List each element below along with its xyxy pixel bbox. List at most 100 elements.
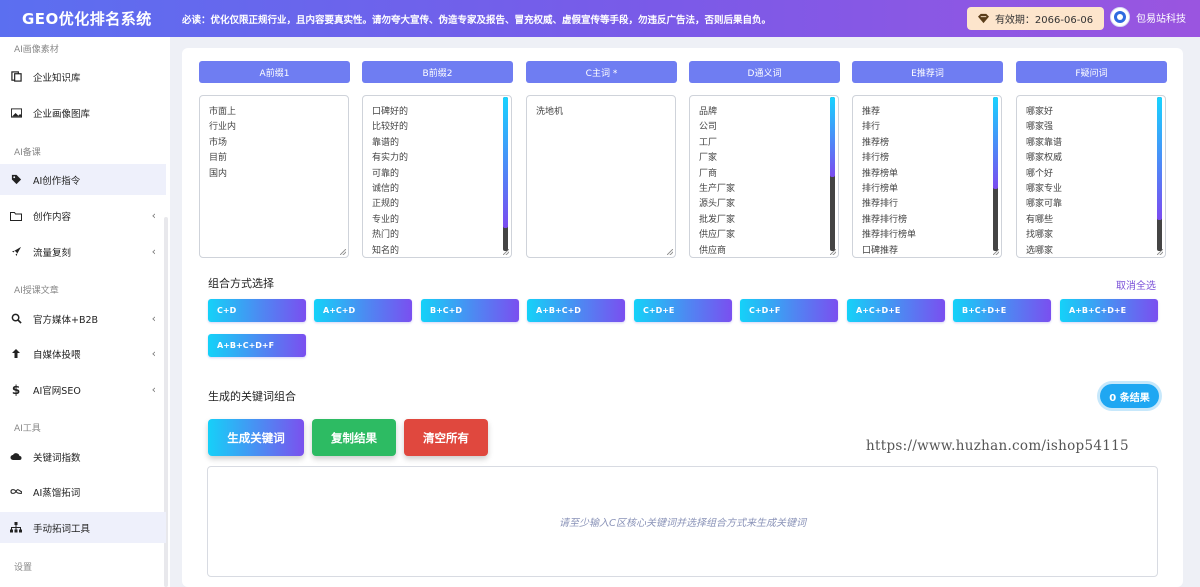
chevron-left-icon: ‹ — [151, 209, 156, 222]
combo-option[interactable]: C+D — [208, 299, 306, 322]
validity-badge: 有效期：2066-06-06 — [967, 7, 1104, 30]
brand-logo-icon — [1114, 11, 1126, 23]
sidebar-item-keyword-index[interactable]: 关键词指数 — [0, 441, 166, 472]
keyword-line: 找哪家 — [1026, 230, 1054, 241]
column-header-b: B前缀2 — [362, 61, 513, 83]
sidebar-item-label: AI蒸馏拓词 — [33, 487, 81, 499]
sidebar-item-content[interactable]: 创作内容 ‹ — [0, 200, 166, 231]
scrollbar-thumb[interactable] — [993, 97, 998, 189]
keyword-line: 洗地机 — [536, 107, 564, 117]
keyword-line: 有实力的 — [372, 153, 409, 164]
combo-option[interactable]: B+C+D — [421, 299, 519, 322]
avatar — [1110, 7, 1130, 27]
sidebar-item-traffic-copy[interactable]: 流量复刻 ‹ — [0, 236, 166, 267]
textarea-scrollbar[interactable] — [503, 97, 508, 251]
clear-button[interactable]: 清空所有 — [404, 419, 488, 456]
combo-option[interactable]: A+C+D+E — [847, 299, 945, 322]
keyword-textarea-c[interactable]: 洗地机 — [526, 95, 676, 258]
sidebar-item-official-media[interactable]: 官方媒体+B2B ‹ — [0, 303, 166, 334]
combo-option[interactable]: C+D+E — [634, 299, 732, 322]
keyword-textarea-a[interactable]: 市面上 行业内 市场 目前 国内 — [199, 95, 349, 258]
sidebar-item-label: 创作内容 — [33, 211, 72, 223]
sidebar-item-ai-seo[interactable]: $ AI官网SEO ‹ — [0, 374, 166, 405]
sidebar-item-ai-distill[interactable]: AI蒸馏拓词 — [0, 476, 166, 507]
keyword-line: 有哪些 — [1026, 214, 1054, 225]
keyword-textarea-f[interactable]: 哪家好 哪家强 哪家靠谱 哪家权威 哪个好 哪家专业 哪家可靠 有哪些 找哪家 选哪家 — [1016, 95, 1166, 258]
keyword-line: 公司 — [699, 122, 718, 133]
user-menu[interactable]: 包易站科技 — [1110, 7, 1186, 27]
column-header-f: F疑问词 — [1016, 61, 1167, 83]
result-output-area[interactable]: 请至少输入C区核心关键词并选择组合方式来生成关键词 — [207, 466, 1158, 577]
sidebar-section-label: 设置 — [14, 563, 33, 573]
sidebar-section-label: AI工具 — [14, 424, 41, 434]
sitemap-icon — [10, 522, 22, 534]
keyword-line: 哪家权威 — [1026, 153, 1063, 164]
keyword-line: 口碑好的 — [372, 107, 409, 117]
keyword-line: 厂商 — [699, 168, 718, 179]
copy-button[interactable]: 复制结果 — [312, 419, 396, 456]
sidebar-section-label: AI授课文章 — [14, 286, 59, 296]
textarea-lines: 品牌 公司 工厂 厂家 厂商 生产厂家 源头厂家 批发厂家 供应厂家 供应商 — [690, 96, 838, 257]
resize-grip[interactable] — [667, 249, 673, 255]
sidebar-item-knowledge-base[interactable]: 企业知识库 — [0, 61, 166, 92]
keyword-line: 哪家好 — [1026, 107, 1054, 117]
textarea-lines: 口碑好的 比较好的 靠谱的 有实力的 可靠的 诚信的 正规的 专业的 热门的 知名的 — [363, 96, 511, 257]
keyword-line: 推荐排行 — [862, 199, 899, 210]
sidebar-item-image-library[interactable]: 企业画像图库 — [0, 97, 166, 128]
tag-icon — [10, 174, 22, 186]
chevron-left-icon: ‹ — [151, 347, 156, 360]
keyword-textarea-d[interactable]: 品牌 公司 工厂 厂家 厂商 生产厂家 源头厂家 批发厂家 供应厂家 供应商 — [689, 95, 839, 258]
sidebar-item-label: AI官网SEO — [33, 385, 81, 397]
keyword-textarea-e[interactable]: 推荐 排行 推荐榜 排行榜 推荐榜单 排行榜单 推荐排行 推荐排行榜 推荐排行榜单 口碑推荐 — [852, 95, 1002, 258]
keyword-line: 知名的 — [372, 245, 400, 256]
keyword-line: 诚信的 — [372, 184, 400, 195]
generate-button[interactable]: 生成关键词 — [208, 419, 304, 456]
keyword-line: 推荐排行榜 — [862, 214, 908, 225]
textarea-scrollbar[interactable] — [1157, 97, 1162, 251]
column-header-d: D通义词 — [689, 61, 840, 83]
validity-text: 有效期：2066-06-06 — [994, 15, 1094, 26]
cloud-icon — [10, 451, 22, 463]
column-header-c: C主词 * — [526, 61, 677, 83]
keyword-line: 热门的 — [372, 230, 400, 241]
keyword-line: 推荐榜 — [862, 137, 890, 148]
resize-grip[interactable] — [340, 249, 346, 255]
textarea-scrollbar[interactable] — [993, 97, 998, 251]
textarea-scrollbar[interactable] — [830, 97, 835, 251]
sidebar-item-label: 企业知识库 — [33, 72, 81, 84]
textarea-lines: 哪家好 哪家强 哪家靠谱 哪家权威 哪个好 哪家专业 哪家可靠 有哪些 找哪家 选哪家 — [1017, 96, 1165, 257]
keyword-line: 靠谱的 — [372, 137, 400, 148]
sidebar-item-self-media[interactable]: 自媒体投喂 ‹ — [0, 338, 166, 369]
sidebar-section-label: AI备课 — [14, 148, 41, 158]
scrollbar-thumb[interactable] — [1157, 97, 1162, 220]
scrollbar-thumb[interactable] — [830, 97, 835, 177]
sidebar-item-label: AI创作指令 — [33, 175, 81, 187]
infinity-icon — [10, 486, 22, 498]
combo-section-title: 组合方式选择 — [208, 277, 274, 290]
keyword-line: 市面上 — [209, 107, 237, 117]
search-icon — [10, 313, 22, 325]
keyword-line: 正规的 — [372, 199, 400, 210]
combo-option[interactable]: B+C+D+E — [953, 299, 1051, 322]
combo-option[interactable]: A+B+C+D+F — [208, 334, 306, 357]
combo-option[interactable]: A+B+C+D — [527, 299, 625, 322]
deselect-all-link[interactable]: 取消全选 — [1116, 277, 1156, 292]
keyword-line: 目前 — [209, 153, 228, 164]
keyword-line: 哪个好 — [1026, 168, 1054, 179]
combo-option[interactable]: C+D+F — [740, 299, 838, 322]
dollar-icon: $ — [11, 382, 21, 397]
keyword-line: 推荐 — [862, 107, 881, 117]
sidebar: AI画像素材 企业知识库 企业画像图库 AI备课 AI创作指令 创作内容 ‹ 流… — [0, 37, 170, 587]
keyword-line: 排行榜单 — [862, 184, 899, 195]
keyword-textarea-b[interactable]: 口碑好的 比较好的 靠谱的 有实力的 可靠的 诚信的 正规的 专业的 热门的 知名的 — [362, 95, 512, 258]
scrollbar-thumb[interactable] — [503, 97, 508, 228]
sidebar-item-ai-prompts[interactable]: AI创作指令 — [0, 164, 166, 195]
combo-option[interactable]: A+B+C+D+E — [1060, 299, 1158, 322]
sidebar-item-label: 关键词指数 — [33, 452, 81, 464]
keyword-line: 供应商 — [699, 245, 727, 256]
sidebar-item-manual-keyword-tool[interactable]: 手动拓词工具 — [0, 512, 166, 543]
chevron-left-icon: ‹ — [151, 312, 156, 325]
combo-option[interactable]: A+C+D — [314, 299, 412, 322]
keyword-line: 生产厂家 — [699, 184, 736, 195]
keyword-line: 品牌 — [699, 107, 718, 117]
